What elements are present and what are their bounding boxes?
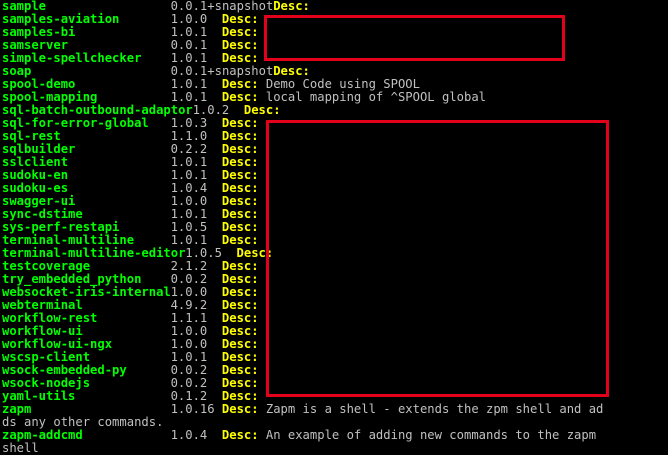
- package-description: local mapping of ^SPOOL global: [265, 90, 486, 104]
- desc-label: Desc:: [273, 0, 310, 13]
- terminal-line: shell: [2, 442, 668, 455]
- redaction-box-top: [264, 15, 565, 61]
- package-description: Zapm is a shell - extends the zpm shell …: [265, 402, 604, 416]
- redaction-box-large: [266, 120, 609, 397]
- desc-label: Desc:: [221, 402, 259, 416]
- package-description: An example of adding new commands to the…: [265, 428, 597, 442]
- description-continuation: shell: [2, 441, 39, 455]
- terminal-line: zapm-addcmd 1.0.4 Desc: An example of addin…: [2, 429, 668, 442]
- package-version: 1.0.16: [170, 402, 215, 416]
- desc-label: Desc:: [221, 428, 259, 442]
- package-version: 1.0.4: [170, 428, 208, 442]
